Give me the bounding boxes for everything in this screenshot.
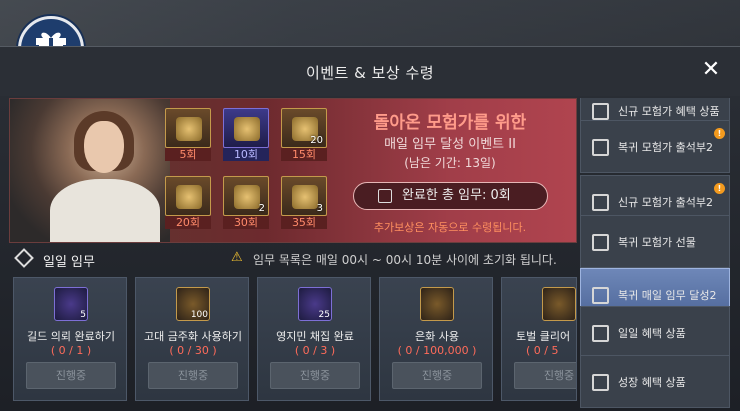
event-banner: 5회 10회 20 15회 20회 2 30회 3 35회 돌아온 모험가를 위… xyxy=(9,98,577,243)
event-window: 이벤트 & 보상 수령 ✕ 5회 10회 20 15회 20회 2 30회 3 … xyxy=(0,0,740,411)
mission-status-button[interactable]: 진행중 xyxy=(148,362,238,389)
reward-label: 35회 xyxy=(281,216,327,229)
sidebar-item-return-attendance[interactable]: 복귀 모험가 출석부2 ! xyxy=(580,120,730,173)
mission-name: 영지민 채집 완료 xyxy=(276,330,354,343)
progress-pill: 완료한 총 임무: 0회 xyxy=(353,182,548,210)
reward-icon: 3 xyxy=(281,176,327,216)
mission-name: 길드 의뢰 완료하기 xyxy=(27,330,115,343)
sidebar-item-daily-benefit[interactable]: 일일 혜택 상품 xyxy=(580,306,730,359)
reward-label: 20회 xyxy=(165,216,211,229)
banner-subtitle: 매일 임무 달성 이벤트 II xyxy=(384,137,516,152)
reward-icon xyxy=(165,176,211,216)
window-title: 이벤트 & 보상 수령 xyxy=(305,64,435,82)
banner-title: 돌아온 모험가를 위한 xyxy=(373,113,527,133)
mission-icon: 100 xyxy=(176,287,210,321)
warning-icon: ⚠ xyxy=(231,250,243,265)
daily-header: 일일 임무 ⚠ 임무 목록은 매일 00시 ~ 00시 10분 사이에 초기화 … xyxy=(9,247,577,271)
mission-status-button[interactable]: 진행중 xyxy=(392,362,482,389)
diamond-icon xyxy=(14,248,34,268)
notification-badge: ! xyxy=(714,183,725,194)
mission-name: 토벌 클리어 xyxy=(516,330,571,343)
reward-icon xyxy=(223,108,269,148)
mission-progress: ( 0 / 100,000 ) xyxy=(397,344,477,357)
reward-item[interactable]: 2 30회 xyxy=(223,176,269,229)
sidebar-item-label: 복귀 모험가 출석부2 xyxy=(618,141,713,154)
sidebar-item-label: 성장 혜택 상품 xyxy=(618,376,686,389)
reward-label: 5회 xyxy=(165,148,211,161)
close-icon[interactable]: ✕ xyxy=(700,59,722,81)
mission-card: 토벌 클리어 ( 0 / 5 진행중 xyxy=(501,277,577,401)
event-sidebar: 신규 모험가 혜택 상품 복귀 모험가 출석부2 ! 신규 모험가 출석부2 !… xyxy=(580,98,732,408)
mission-status-button[interactable]: 진행중 xyxy=(514,362,576,389)
reward-item[interactable]: 20회 xyxy=(165,176,211,229)
mission-progress: ( 0 / 30 ) xyxy=(169,344,217,357)
reward-label: 10회 xyxy=(223,148,269,161)
mission-card: 100 고대 금주화 사용하기 ( 0 / 30 ) 진행중 xyxy=(135,277,249,401)
mission-name: 고대 금주화 사용하기 xyxy=(143,330,243,343)
mission-card: 25 영지민 채집 완료 ( 0 / 3 ) 진행중 xyxy=(257,277,371,401)
mission-progress: ( 0 / 3 ) xyxy=(294,344,336,357)
notification-badge: ! xyxy=(714,128,725,139)
box-icon xyxy=(592,374,609,391)
mission-icon xyxy=(542,287,576,321)
sidebar-item-label: 신규 모험가 출석부2 xyxy=(618,196,713,209)
reward-icon: 20 xyxy=(281,108,327,148)
reward-item[interactable]: 10회 xyxy=(223,108,269,161)
checklist-icon xyxy=(378,189,392,203)
reward-item[interactable]: 3 35회 xyxy=(281,176,327,229)
sidebar-item-label: 복귀 모험가 선물 xyxy=(618,236,696,249)
reward-icon: 2 xyxy=(223,176,269,216)
calendar-icon xyxy=(592,139,609,156)
reward-item[interactable]: 5회 xyxy=(165,108,211,161)
mission-status-button[interactable]: 진행중 xyxy=(270,362,360,389)
mission-progress: ( 0 / 1 ) xyxy=(50,344,92,357)
mission-progress: ( 0 / 5 xyxy=(526,344,559,357)
sidebar-item-growth-benefit[interactable]: 성장 혜택 상품 xyxy=(580,355,730,408)
checklist-icon xyxy=(592,287,609,304)
banner-period: (남은 기간: 13일) xyxy=(404,156,496,170)
sidebar-item-label: 복귀 매일 임무 달성2 xyxy=(618,289,717,302)
mission-icon xyxy=(420,287,454,321)
hero-illustration xyxy=(10,99,170,242)
box-icon xyxy=(592,103,609,120)
package-icon xyxy=(592,325,609,342)
progress-text: 완료한 총 임무: 0회 xyxy=(402,188,511,203)
mission-icon: 25 xyxy=(298,287,332,321)
sidebar-item-label: 신규 모험가 혜택 상품 xyxy=(618,105,720,118)
sidebar-item-return-gift[interactable]: 복귀 모험가 선물 xyxy=(580,215,730,268)
mission-icon: 5 xyxy=(54,287,88,321)
daily-title: 일일 임무 xyxy=(43,255,95,270)
sidebar-item-label: 일일 혜택 상품 xyxy=(618,327,686,340)
calendar-icon xyxy=(592,194,609,211)
reward-label: 30회 xyxy=(223,216,269,229)
reward-item[interactable]: 20 15회 xyxy=(281,108,327,161)
mission-status-button[interactable]: 진행중 xyxy=(26,362,116,389)
banner-note: 추가보상은 자동으로 수령됩니다. xyxy=(373,221,527,234)
reward-label: 15회 xyxy=(281,148,327,161)
window-header: 이벤트 & 보상 수령 xyxy=(0,46,740,96)
mission-card: 5 길드 의뢰 완료하기 ( 0 / 1 ) 진행중 xyxy=(13,277,127,401)
reward-icon xyxy=(165,108,211,148)
calendar-icon xyxy=(592,234,609,251)
mission-name: 은화 사용 xyxy=(415,330,459,343)
daily-notice: 임무 목록은 매일 00시 ~ 00시 10분 사이에 초기화 됩니다. xyxy=(253,253,557,267)
mission-card: 은화 사용 ( 0 / 100,000 ) 진행중 xyxy=(379,277,493,401)
